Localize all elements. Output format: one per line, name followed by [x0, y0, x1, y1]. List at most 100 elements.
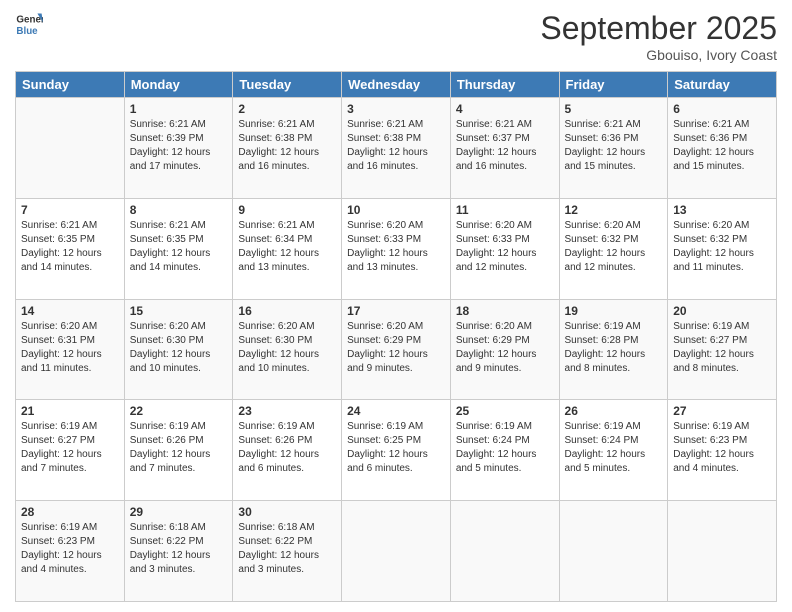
calendar-cell: 7 Sunrise: 6:21 AM Sunset: 6:35 PM Daylig… — [16, 198, 125, 299]
calendar-week-0: 1Sunrise: 6:21 AM Sunset: 6:39 PM Daylig… — [16, 98, 777, 199]
day-number: 23 — [238, 404, 336, 418]
calendar-cell: 9 Sunrise: 6:21 AM Sunset: 6:34 PM Daylig… — [233, 198, 342, 299]
logo-icon: General Blue — [15, 10, 43, 38]
cell-info: Sunrise: 6:19 AM Sunset: 6:27 PM Dayligh… — [21, 420, 119, 476]
day-number: 29 — [130, 505, 228, 519]
day-number: 9 — [238, 203, 336, 217]
day-number: 7 — [21, 203, 119, 217]
cell-info: Sunrise: 6:20 AM Sunset: 6:33 PM Dayligh… — [456, 219, 554, 275]
day-number: 28 — [21, 505, 119, 519]
calendar-cell: 5 Sunrise: 6:21 AM Sunset: 6:36 PM Daylig… — [559, 98, 668, 199]
day-number: 15 — [130, 304, 228, 318]
day-number: 11 — [456, 203, 554, 217]
logo: General Blue — [15, 10, 43, 38]
day-number: 12 — [565, 203, 663, 217]
header-sunday: Sunday — [16, 72, 125, 98]
calendar-cell: 14Sunrise: 6:20 AM Sunset: 6:31 PM Dayli… — [16, 299, 125, 400]
calendar-cell: 20 Sunrise: 6:19 AM Sunset: 6:27 PM Dayli… — [668, 299, 777, 400]
day-number: 19 — [565, 304, 663, 318]
day-number: 3 — [347, 102, 445, 116]
cell-info: Sunrise: 6:19 AM Sunset: 6:27 PM Dayligh… — [673, 320, 771, 376]
calendar-cell: 21 Sunrise: 6:19 AM Sunset: 6:27 PM Dayli… — [16, 400, 125, 501]
calendar-cell: 17Sunrise: 6:20 AM Sunset: 6:29 PM Dayli… — [342, 299, 451, 400]
calendar-cell: 22 Sunrise: 6:19 AM Sunset: 6:26 PM Dayli… — [124, 400, 233, 501]
cell-info: Sunrise: 6:20 AM Sunset: 6:33 PM Dayligh… — [347, 219, 445, 275]
cell-info: Sunrise: 6:21 AM Sunset: 6:38 PM Dayligh… — [238, 118, 336, 174]
header-tuesday: Tuesday — [233, 72, 342, 98]
header-wednesday: Wednesday — [342, 72, 451, 98]
calendar-cell: 11 Sunrise: 6:20 AM Sunset: 6:33 PM Dayli… — [450, 198, 559, 299]
day-number: 22 — [130, 404, 228, 418]
calendar-cell: 16 Sunrise: 6:20 AM Sunset: 6:30 PM Dayli… — [233, 299, 342, 400]
cell-info: Sunrise: 6:18 AM Sunset: 6:22 PM Dayligh… — [130, 521, 228, 577]
day-number: 4 — [456, 102, 554, 116]
calendar-header-row: Sunday Monday Tuesday Wednesday Thursday… — [16, 72, 777, 98]
day-number: 27 — [673, 404, 771, 418]
cell-info: Sunrise: 6:21 AM Sunset: 6:36 PM Dayligh… — [673, 118, 771, 174]
day-number: 5 — [565, 102, 663, 116]
cell-info: Sunrise: 6:19 AM Sunset: 6:23 PM Dayligh… — [21, 521, 119, 577]
title-block: September 2025 Gbouiso, Ivory Coast — [540, 10, 777, 63]
calendar-cell: 18 Sunrise: 6:20 AM Sunset: 6:29 PM Dayli… — [450, 299, 559, 400]
day-number: 6 — [673, 102, 771, 116]
cell-info: Sunrise: 6:19 AM Sunset: 6:28 PM Dayligh… — [565, 320, 663, 376]
header-friday: Friday — [559, 72, 668, 98]
svg-text:General: General — [16, 15, 43, 26]
calendar-cell: 29 Sunrise: 6:18 AM Sunset: 6:22 PM Dayli… — [124, 501, 233, 602]
cell-info: Sunrise: 6:21 AM Sunset: 6:37 PM Dayligh… — [456, 118, 554, 174]
day-number: 8 — [130, 203, 228, 217]
calendar-cell — [16, 98, 125, 199]
day-number: 25 — [456, 404, 554, 418]
cell-info: Sunrise: 6:19 AM Sunset: 6:26 PM Dayligh… — [130, 420, 228, 476]
calendar-week-2: 14Sunrise: 6:20 AM Sunset: 6:31 PM Dayli… — [16, 299, 777, 400]
cell-info: Sunrise: 6:21 AM Sunset: 6:34 PM Dayligh… — [238, 219, 336, 275]
subtitle: Gbouiso, Ivory Coast — [540, 47, 777, 63]
calendar-cell: 15Sunrise: 6:20 AM Sunset: 6:30 PM Dayli… — [124, 299, 233, 400]
calendar-cell — [342, 501, 451, 602]
cell-info: Sunrise: 6:20 AM Sunset: 6:32 PM Dayligh… — [673, 219, 771, 275]
month-title: September 2025 — [540, 10, 777, 47]
cell-info: Sunrise: 6:19 AM Sunset: 6:23 PM Dayligh… — [673, 420, 771, 476]
calendar-cell: 28 Sunrise: 6:19 AM Sunset: 6:23 PM Dayli… — [16, 501, 125, 602]
calendar-cell: 8 Sunrise: 6:21 AM Sunset: 6:35 PM Daylig… — [124, 198, 233, 299]
calendar-cell: 4 Sunrise: 6:21 AM Sunset: 6:37 PM Daylig… — [450, 98, 559, 199]
header-thursday: Thursday — [450, 72, 559, 98]
calendar-cell: 3 Sunrise: 6:21 AM Sunset: 6:38 PM Daylig… — [342, 98, 451, 199]
calendar-week-4: 28 Sunrise: 6:19 AM Sunset: 6:23 PM Dayli… — [16, 501, 777, 602]
day-number: 21 — [21, 404, 119, 418]
calendar-cell: 12 Sunrise: 6:20 AM Sunset: 6:32 PM Dayli… — [559, 198, 668, 299]
cell-info: Sunrise: 6:20 AM Sunset: 6:31 PM Dayligh… — [21, 320, 119, 376]
cell-info: Sunrise: 6:21 AM Sunset: 6:36 PM Dayligh… — [565, 118, 663, 174]
header-monday: Monday — [124, 72, 233, 98]
cell-info: Sunrise: 6:21 AM Sunset: 6:35 PM Dayligh… — [130, 219, 228, 275]
calendar-cell: 24Sunrise: 6:19 AM Sunset: 6:25 PM Dayli… — [342, 400, 451, 501]
cell-info: Sunrise: 6:18 AM Sunset: 6:22 PM Dayligh… — [238, 521, 336, 577]
calendar-cell: 6 Sunrise: 6:21 AM Sunset: 6:36 PM Daylig… — [668, 98, 777, 199]
day-number: 16 — [238, 304, 336, 318]
cell-info: Sunrise: 6:20 AM Sunset: 6:30 PM Dayligh… — [238, 320, 336, 376]
cell-info: Sunrise: 6:20 AM Sunset: 6:32 PM Dayligh… — [565, 219, 663, 275]
calendar-week-1: 7 Sunrise: 6:21 AM Sunset: 6:35 PM Daylig… — [16, 198, 777, 299]
day-number: 30 — [238, 505, 336, 519]
day-number: 18 — [456, 304, 554, 318]
calendar-cell — [559, 501, 668, 602]
calendar-week-3: 21 Sunrise: 6:19 AM Sunset: 6:27 PM Dayli… — [16, 400, 777, 501]
cell-info: Sunrise: 6:21 AM Sunset: 6:38 PM Dayligh… — [347, 118, 445, 174]
day-number: 1 — [130, 102, 228, 116]
cell-info: Sunrise: 6:19 AM Sunset: 6:26 PM Dayligh… — [238, 420, 336, 476]
calendar-cell: 19 Sunrise: 6:19 AM Sunset: 6:28 PM Dayli… — [559, 299, 668, 400]
calendar-cell: 23 Sunrise: 6:19 AM Sunset: 6:26 PM Dayli… — [233, 400, 342, 501]
cell-info: Sunrise: 6:20 AM Sunset: 6:29 PM Dayligh… — [456, 320, 554, 376]
calendar-cell — [450, 501, 559, 602]
cell-info: Sunrise: 6:19 AM Sunset: 6:25 PM Dayligh… — [347, 420, 445, 476]
calendar-cell — [668, 501, 777, 602]
cell-info: Sunrise: 6:19 AM Sunset: 6:24 PM Dayligh… — [456, 420, 554, 476]
calendar-cell: 2Sunrise: 6:21 AM Sunset: 6:38 PM Daylig… — [233, 98, 342, 199]
calendar-table: Sunday Monday Tuesday Wednesday Thursday… — [15, 71, 777, 602]
day-number: 20 — [673, 304, 771, 318]
header: General Blue September 2025 Gbouiso, Ivo… — [15, 10, 777, 63]
cell-info: Sunrise: 6:21 AM Sunset: 6:35 PM Dayligh… — [21, 219, 119, 275]
day-number: 10 — [347, 203, 445, 217]
calendar-cell: 1Sunrise: 6:21 AM Sunset: 6:39 PM Daylig… — [124, 98, 233, 199]
calendar-cell: 27 Sunrise: 6:19 AM Sunset: 6:23 PM Dayli… — [668, 400, 777, 501]
